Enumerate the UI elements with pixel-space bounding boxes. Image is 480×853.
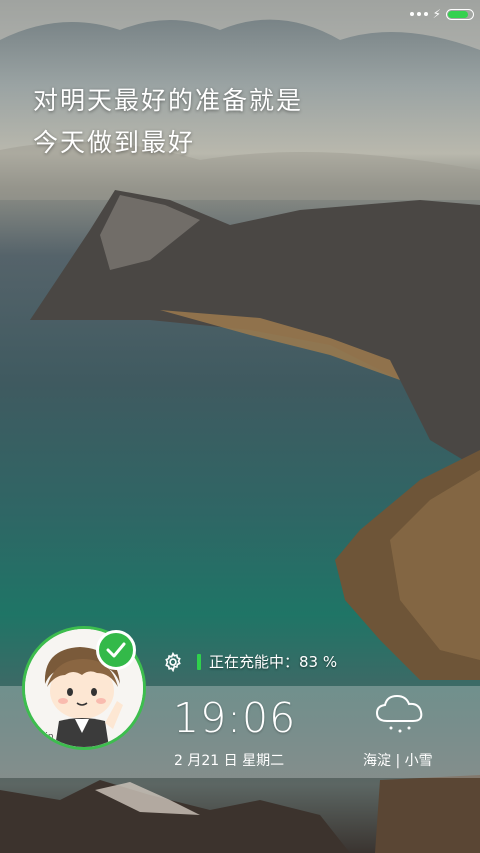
clock-time: 19:06 [173, 694, 297, 742]
gear-icon[interactable] [163, 651, 183, 672]
charging-indicator [197, 653, 201, 670]
battery-icon [446, 8, 474, 20]
status-bar: ⚡ [409, 5, 474, 23]
check-icon [106, 642, 126, 658]
check-badge [96, 630, 136, 670]
battery-fill [448, 10, 468, 18]
charging-text: 正在充能中：83 % [209, 653, 338, 671]
quote-line-1: 对明天最好的准备就是 [33, 86, 304, 115]
three-dots-icon[interactable] [409, 12, 428, 16]
clock-date: 2 月21 日 星期二 [174, 753, 285, 769]
lightning-icon: ⚡ [432, 7, 441, 21]
charging-status: 正在充能中：83 % [163, 651, 337, 672]
quote-text: 对明天最好的准备就是 今天做到最好 [33, 80, 303, 164]
weather-info: 海淀 | 小雪 [363, 753, 433, 769]
snow-cloud-icon [375, 694, 423, 733]
quote-line-2: 今天做到最好 [33, 128, 196, 157]
